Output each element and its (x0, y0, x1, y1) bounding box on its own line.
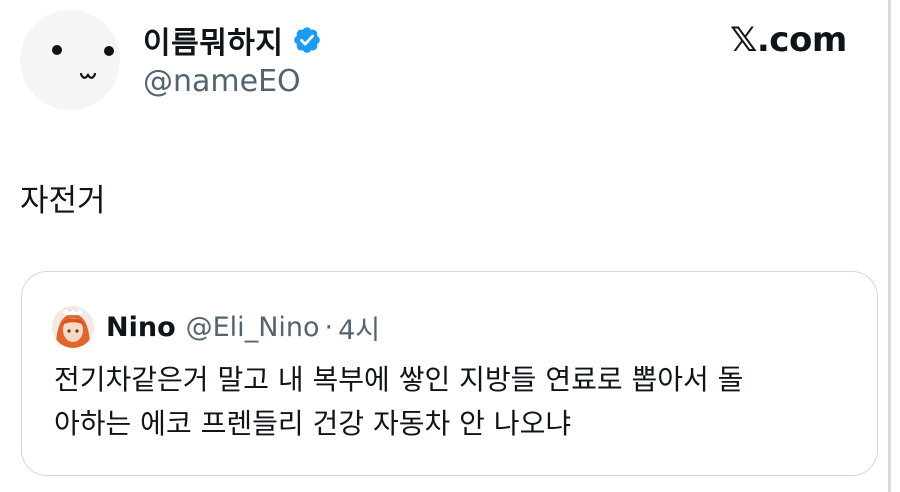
tweet-screenshot: 이름뭐하지 @nameEO 𝕏.com 자전거 Nino @Eli_Nino ·… (0, 0, 900, 492)
quoted-text-line: 아하는 에코 프렌들리 건강 자동차 안 나오냐 (54, 407, 572, 440)
x-logo: 𝕏.com (730, 20, 847, 60)
tweet-text: 자전거 (20, 183, 106, 219)
quoted-tweet-header: Nino @Eli_Nino · 4시 (52, 306, 380, 348)
author-display-name[interactable]: 이름뭐하지 (143, 18, 322, 62)
quoted-author-avatar[interactable] (52, 306, 94, 348)
quoted-text-line: 전기차같은거 말고 내 복부에 쌓인 지방들 연료로 뽑아서 돌 (54, 363, 744, 396)
quoted-separator: · (324, 311, 334, 343)
page-edge-divider (888, 0, 891, 492)
quoted-author-handle[interactable]: @Eli_Nino (186, 312, 320, 343)
verified-badge-icon (293, 27, 320, 53)
quoted-tweet-text: 전기차같은거 말고 내 복부에 쌓인 지방들 연료로 뽑아서 돌 아하는 에코 … (54, 358, 844, 446)
author-avatar[interactable] (20, 10, 120, 110)
avatar-left-eye (52, 45, 62, 55)
author-handle[interactable]: @nameEO (143, 64, 301, 99)
quoted-timestamp[interactable]: 4시 (338, 308, 380, 347)
quoted-tweet-card[interactable]: Nino @Eli_Nino · 4시 전기차같은거 말고 내 복부에 쌓인 지… (21, 271, 878, 476)
avatar-mouth (80, 72, 96, 79)
quoted-author-name[interactable]: Nino (106, 312, 176, 343)
quoted-avatar-image (52, 306, 94, 348)
author-display-name-text: 이름뭐하지 (143, 26, 284, 61)
avatar-right-eye (104, 46, 114, 56)
